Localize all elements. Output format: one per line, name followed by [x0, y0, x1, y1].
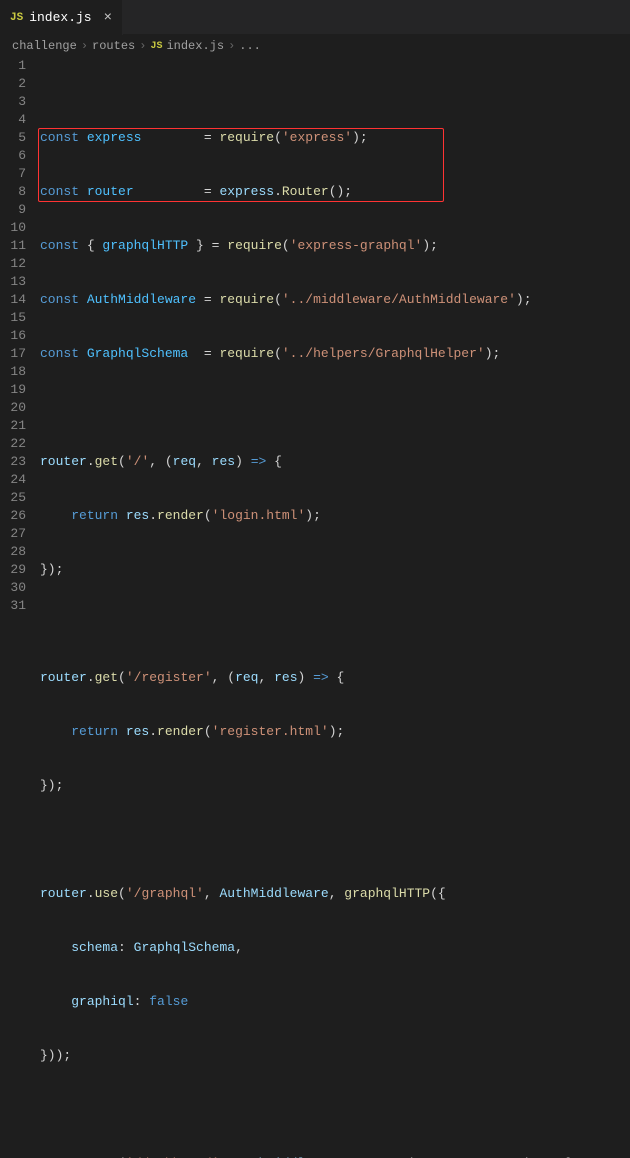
code-line: return res.render('login.html'); — [40, 507, 620, 525]
line-number: 29 — [0, 561, 26, 579]
chevron-right-icon: › — [81, 39, 88, 53]
tab-bar: JS index.js × — [0, 0, 630, 35]
code-line: const AuthMiddleware = require('../middl… — [40, 291, 620, 309]
line-number: 20 — [0, 399, 26, 417]
line-number: 9 — [0, 201, 26, 219]
line-number: 30 — [0, 579, 26, 597]
line-number: 6 — [0, 147, 26, 165]
line-number: 13 — [0, 273, 26, 291]
code-line — [40, 399, 620, 417]
close-icon[interactable]: × — [104, 11, 112, 25]
line-number: 27 — [0, 525, 26, 543]
line-number: 28 — [0, 543, 26, 561]
breadcrumb-seg[interactable]: index.js — [166, 39, 224, 53]
line-number: 22 — [0, 435, 26, 453]
code-line: }); — [40, 561, 620, 579]
line-number: 26 — [0, 507, 26, 525]
code-line — [40, 831, 620, 849]
code-line: router.get('/', (req, res) => { — [40, 453, 620, 471]
code-line: return res.render('register.html'); — [40, 723, 620, 741]
line-number: 2 — [0, 75, 26, 93]
line-number: 8 — [0, 183, 26, 201]
line-number: 1 — [0, 57, 26, 75]
line-number: 5 — [0, 129, 26, 147]
breadcrumb[interactable]: challenge › routes › JS index.js › ... — [0, 35, 630, 57]
line-number: 12 — [0, 255, 26, 273]
line-number: 7 — [0, 165, 26, 183]
code-line: router.get('/dashboard', AuthMiddleware,… — [40, 1155, 620, 1158]
line-number: 21 — [0, 417, 26, 435]
code-line: }); — [40, 777, 620, 795]
code-line: const router = express.Router(); — [40, 183, 620, 201]
line-number: 19 — [0, 381, 26, 399]
js-file-icon: JS — [150, 41, 162, 52]
line-number: 16 — [0, 327, 26, 345]
code-line — [40, 1101, 620, 1119]
code-line: })); — [40, 1047, 620, 1065]
line-number: 10 — [0, 219, 26, 237]
breadcrumb-seg[interactable]: routes — [92, 39, 135, 53]
line-number: 31 — [0, 597, 26, 615]
line-number: 11 — [0, 237, 26, 255]
code-area[interactable]: const express = require('express'); cons… — [40, 57, 630, 1158]
js-file-icon: JS — [10, 12, 23, 24]
chevron-right-icon: › — [139, 39, 146, 53]
code-line: const GraphqlSchema = require('../helper… — [40, 345, 620, 363]
line-number: 18 — [0, 363, 26, 381]
line-number: 14 — [0, 291, 26, 309]
code-line: router.get('/register', (req, res) => { — [40, 669, 620, 687]
code-line — [40, 615, 620, 633]
line-number: 15 — [0, 309, 26, 327]
code-line: router.use('/graphql', AuthMiddleware, g… — [40, 885, 620, 903]
line-number: 25 — [0, 489, 26, 507]
line-number: 24 — [0, 471, 26, 489]
tab-index-js[interactable]: JS index.js × — [0, 0, 123, 35]
line-number: 17 — [0, 345, 26, 363]
code-editor[interactable]: 1234567891011121314151617181920212223242… — [0, 57, 630, 1158]
line-number: 23 — [0, 453, 26, 471]
line-number: 4 — [0, 111, 26, 129]
tab-label: index.js — [29, 10, 91, 25]
code-line: graphiql: false — [40, 993, 620, 1011]
code-line: const { graphqlHTTP } = require('express… — [40, 237, 620, 255]
chevron-right-icon: › — [228, 39, 235, 53]
line-number: 3 — [0, 93, 26, 111]
code-line: const express = require('express'); — [40, 129, 620, 147]
code-line: schema: GraphqlSchema, — [40, 939, 620, 957]
breadcrumb-seg[interactable]: ... — [239, 39, 261, 53]
breadcrumb-seg[interactable]: challenge — [12, 39, 77, 53]
line-number-gutter: 1234567891011121314151617181920212223242… — [0, 57, 40, 1158]
